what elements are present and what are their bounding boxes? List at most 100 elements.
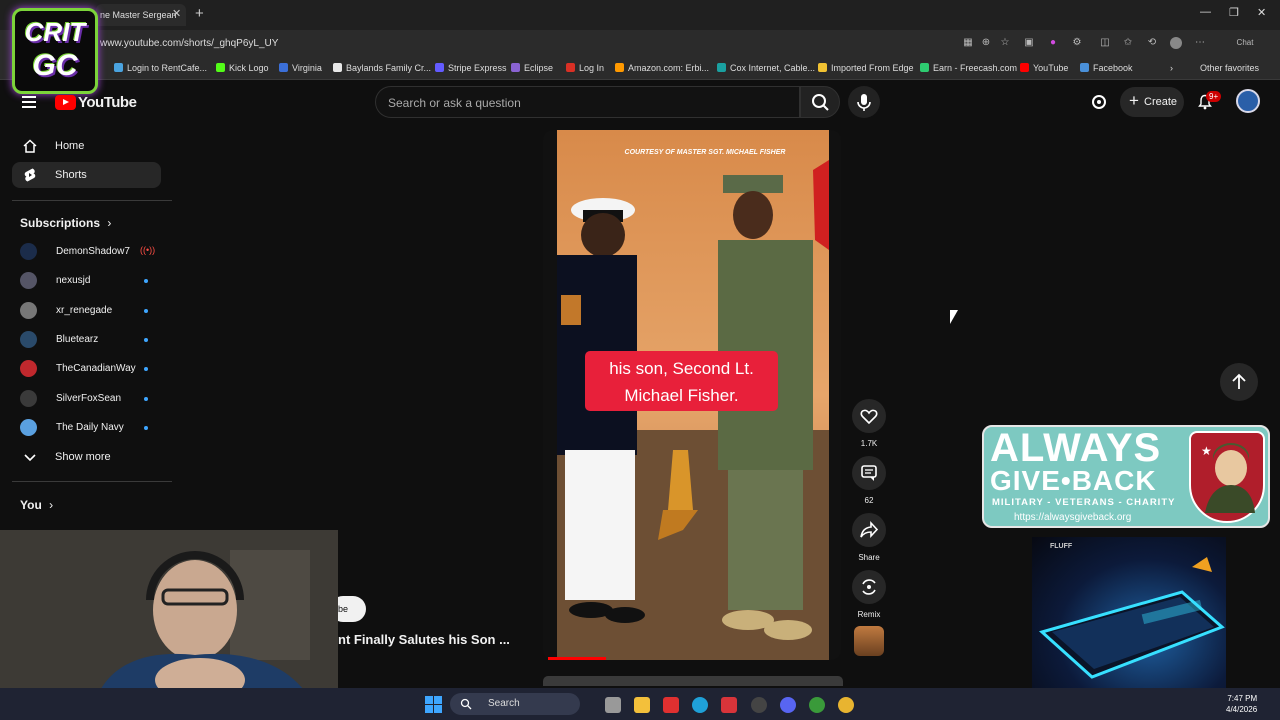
bookmark-label: Imported From Edge: [831, 63, 914, 73]
live-indicator-icon: ((•)): [140, 245, 156, 255]
show-more-button[interactable]: Show more: [12, 444, 161, 470]
create-label: Create: [1144, 96, 1178, 108]
notification-count-badge: 9+: [1206, 91, 1222, 102]
subscription-item[interactable]: The Daily Navy: [20, 418, 160, 438]
minimize-icon[interactable]: —: [1200, 6, 1211, 18]
file-explorer-icon[interactable]: [634, 697, 650, 713]
taskbar-search[interactable]: Search: [450, 693, 580, 715]
split-screen-icon[interactable]: ◫: [1099, 37, 1111, 49]
bookmark-item[interactable]: Stripe Express: [435, 63, 507, 73]
youtube-logo-icon[interactable]: [55, 95, 76, 110]
remix-button[interactable]: Remix: [852, 570, 886, 619]
app-pin-icon[interactable]: [721, 697, 737, 713]
app-available-icon[interactable]: ▦: [962, 37, 974, 49]
comments-button[interactable]: 62: [852, 456, 886, 505]
subtitle-line-1: his son, Second Lt.: [609, 359, 754, 378]
system-clock[interactable]: 7:47 PM 4/4/2026: [1226, 693, 1257, 715]
steam-icon[interactable]: [751, 697, 767, 713]
bookmarks-overflow-chevron-icon[interactable]: ›: [1170, 63, 1173, 73]
subscription-item[interactable]: DemonShadow7 ((•)): [20, 242, 160, 262]
bookmark-item[interactable]: Cox Internet, Cable...: [717, 63, 815, 73]
next-short-peek[interactable]: [543, 676, 843, 686]
channel-name: TheCanadianWay: [56, 363, 136, 375]
bookmark-item[interactable]: Imported From Edge: [818, 63, 914, 73]
sound-thumbnail[interactable]: [854, 626, 884, 656]
hamburger-menu-icon[interactable]: [22, 96, 36, 108]
edge-browser-icon[interactable]: [692, 697, 708, 713]
bookmark-item[interactable]: YouTube: [1020, 63, 1068, 73]
bookmark-item[interactable]: Eclipse: [511, 63, 553, 73]
browser-tab-bar: ne Master Sergean ✕ + — ❐ ✕: [0, 0, 1280, 30]
shorts-icon: [24, 168, 36, 182]
subscription-item[interactable]: xr_renegade: [20, 301, 160, 321]
bookmark-item[interactable]: Facebook: [1080, 63, 1133, 73]
task-view-icon[interactable]: [605, 697, 621, 713]
subscription-item[interactable]: TheCanadianWay: [20, 359, 160, 379]
close-tab-icon[interactable]: ✕: [172, 7, 181, 20]
extension-purple-icon[interactable]: ●: [1047, 37, 1059, 49]
always-give-back-ad[interactable]: ALWAYS GIVE•BACK MILITARY - VETERANS - C…: [982, 425, 1270, 528]
bookmark-label: Facebook: [1093, 63, 1133, 73]
xbox-icon[interactable]: [809, 697, 825, 713]
user-avatar[interactable]: [1236, 89, 1260, 113]
bookmark-item[interactable]: Kick Logo: [216, 63, 269, 73]
ad-url-link[interactable]: https://alwaysgiveback.org: [1014, 512, 1131, 523]
you-heading[interactable]: You ›: [20, 498, 53, 512]
sidebar-item-home[interactable]: Home: [12, 133, 161, 159]
channel-name: nexusjd: [56, 275, 91, 287]
history-icon[interactable]: ⟲: [1146, 37, 1158, 49]
chrome-icon[interactable]: [838, 697, 854, 713]
bookmark-item[interactable]: Amazon.com: Erbi...: [615, 63, 709, 73]
restore-icon[interactable]: ❐: [1229, 6, 1239, 19]
bookmark-item[interactable]: Earn - Freecash.com: [920, 63, 1017, 73]
sidebar-item-shorts[interactable]: Shorts: [12, 162, 161, 188]
extension-icon[interactable]: ▣: [1023, 37, 1035, 49]
share-button[interactable]: Share: [852, 513, 886, 562]
windows-start-icon[interactable]: [425, 696, 442, 713]
sidebar-item-label: Shorts: [55, 169, 87, 181]
extensions-puzzle-icon[interactable]: ⚙: [1071, 37, 1083, 49]
channel-name: The Daily Navy: [56, 421, 124, 433]
channel-avatar: [20, 330, 37, 348]
bookmark-item[interactable]: Log In: [566, 63, 604, 73]
previous-short-button[interactable]: [1220, 363, 1258, 401]
bookmark-item[interactable]: Virginia: [279, 63, 322, 73]
subscription-item[interactable]: SilverFoxSean: [20, 389, 160, 409]
subscription-item[interactable]: Bluetearz: [20, 330, 160, 350]
short-title[interactable]: nt Finally Salutes his Son ...: [338, 632, 510, 647]
gaming-controller-icon[interactable]: [1090, 93, 1108, 111]
like-button[interactable]: 1.7K: [852, 399, 886, 448]
home-icon: [23, 139, 37, 153]
subscription-item[interactable]: nexusjd: [20, 271, 160, 291]
other-favorites-folder[interactable]: Other favorites: [1200, 63, 1280, 73]
channel-avatar: [20, 301, 37, 319]
bookmark-item[interactable]: Login to RentCafe...: [114, 63, 207, 73]
search-button[interactable]: [800, 86, 840, 118]
channel-avatar: [20, 272, 37, 290]
discord-icon[interactable]: [780, 697, 796, 713]
chevron-right-icon: ›: [107, 216, 112, 230]
more-menu-icon[interactable]: ⋯: [1194, 37, 1206, 49]
bookmark-favicon-icon: [615, 63, 624, 72]
close-window-icon[interactable]: ✕: [1257, 6, 1266, 19]
bookmark-label: Amazon.com: Erbi...: [628, 63, 710, 73]
ad-headline-top: ALWAYS: [990, 426, 1162, 470]
favorite-star-icon[interactable]: ☆: [999, 37, 1011, 49]
youtube-wordmark[interactable]: YouTube: [78, 94, 137, 111]
url-field[interactable]: www.youtube.com/shorts/_ghqP6yL_UY: [100, 38, 278, 49]
bookmark-item[interactable]: Baylands Family Cr...: [333, 63, 431, 73]
sidebar-item-label: Home: [55, 140, 85, 152]
app-red-icon[interactable]: [663, 697, 679, 713]
search-input[interactable]: Search or ask a question: [375, 86, 800, 118]
video-progress-bar[interactable]: [548, 657, 606, 660]
voice-search-button[interactable]: [848, 86, 880, 118]
create-button[interactable]: + Create: [1120, 87, 1184, 117]
channel-name: Bluetearz: [56, 333, 99, 345]
favorites-icon[interactable]: ✩: [1122, 37, 1134, 49]
profile-icon[interactable]: [1170, 37, 1182, 49]
microphone-icon: [857, 94, 871, 111]
copilot-chat-button[interactable]: Chat: [1230, 37, 1260, 49]
subscriptions-heading[interactable]: Subscriptions ›: [20, 216, 111, 230]
new-tab-icon[interactable]: +: [195, 5, 204, 22]
zoom-icon[interactable]: ⊕: [980, 37, 992, 49]
